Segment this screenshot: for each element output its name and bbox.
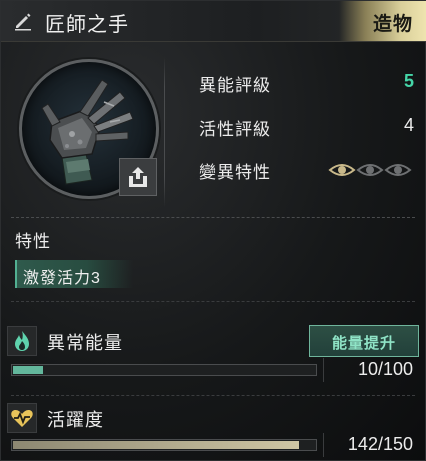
eye-icon	[328, 164, 356, 176]
activity-icon-box	[7, 403, 37, 433]
activity-bar	[11, 439, 317, 451]
column-divider	[164, 57, 165, 207]
heart-pulse-icon	[11, 410, 33, 427]
trait-chip[interactable]: 激發活力3	[15, 260, 133, 288]
stat-anomaly-rating: 異能評級 5	[199, 71, 414, 95]
section-divider	[11, 301, 415, 302]
stat-activity-rating: 活性評級 4	[199, 115, 414, 139]
flame-icon	[15, 331, 29, 351]
energy-icon-box	[7, 326, 37, 356]
trait-label: 激發活力3	[23, 270, 101, 287]
item-title: 匠師之手	[45, 14, 129, 36]
energy-label: 異常能量	[47, 333, 123, 353]
activity-section-header: 活躍度	[1, 403, 426, 433]
stat-label: 異能評級	[199, 76, 271, 95]
eye-icon	[384, 164, 412, 176]
share-icon	[129, 167, 147, 187]
traits-heading: 特性	[15, 232, 51, 251]
stat-value: 5	[403, 71, 414, 91]
item-type-tag: 造物	[339, 1, 426, 41]
activity-value: 142/150	[347, 434, 413, 454]
energy-boost-label: 能量提升	[331, 335, 396, 352]
pencil-icon[interactable]	[13, 11, 33, 31]
energy-bar	[11, 364, 317, 376]
eye-icon	[356, 164, 384, 176]
activity-label: 活躍度	[47, 410, 104, 430]
energy-bar-fill	[13, 366, 43, 374]
mutation-eyes[interactable]	[328, 160, 414, 180]
energy-value: 10/100	[357, 359, 413, 379]
stat-label: 變異特性	[199, 163, 271, 182]
stat-label: 活性評級	[199, 120, 271, 139]
item-detail-panel: 匠師之手 造物 異能評級 5 活性評級 4 變異特性 特性 激發活力3 異常能量…	[0, 0, 426, 461]
section-divider	[11, 395, 415, 396]
activity-bar-fill	[13, 441, 299, 449]
item-header: 匠師之手 造物	[1, 1, 426, 42]
energy-boost-button[interactable]: 能量提升	[309, 325, 419, 357]
bar-divider	[323, 358, 324, 382]
stat-mutation-trait: 變異特性	[199, 158, 414, 182]
section-divider	[11, 217, 415, 218]
stat-value: 4	[403, 115, 414, 135]
share-button[interactable]	[119, 158, 157, 196]
item-type-label: 造物	[372, 14, 413, 35]
bar-divider	[323, 433, 324, 457]
